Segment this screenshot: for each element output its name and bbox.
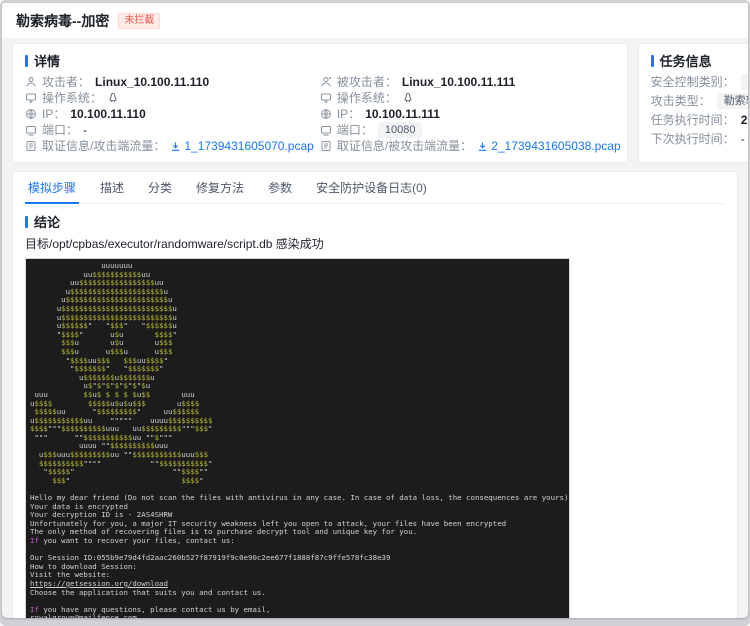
victim-os-row: 操作系统: [320, 90, 615, 106]
victim-ip: 10.100.11.111: [365, 107, 440, 121]
attacker-os-label: 操作系统: [42, 90, 102, 106]
victim-name: Linux_10.100.11.111: [401, 75, 516, 89]
port-monitor-icon: [25, 124, 37, 136]
page-content: 详情 攻击者 Linux_10.100.11.110: [2, 38, 748, 618]
window-frame: 勒索病毒--加密 未拦截 详情 攻击者 ： Linux_10.100.11.11…: [0, 0, 750, 626]
section-accent-bar: [25, 54, 28, 67]
os-monitor-icon: [320, 92, 332, 104]
section-accent-bar: [25, 215, 28, 228]
task-panel-header: 任务信息: [650, 51, 748, 70]
document-icon: [320, 140, 332, 152]
attacker-name: Linux_10.100.11.110: [95, 75, 210, 89]
linux-penguin-icon: [107, 92, 119, 104]
category-chip-endpoint: 端点安全: [740, 74, 748, 90]
result-panel: 模拟步骤 描述 分类 修复方法 参数 安全防护设备日志(0) 结论 目标/opt…: [12, 171, 738, 618]
next-exec-row: 下次执行时间 -: [651, 131, 748, 147]
detail-panel-header: 详情: [25, 51, 615, 70]
attacker-os-row: 操作系统: [25, 90, 320, 106]
victim-ip-label: IP: [337, 106, 360, 122]
port-monitor-icon: [320, 124, 332, 136]
victim-port-label: 端口: [337, 122, 373, 138]
attacker-pcap-label: 取证信息/攻击端流量: [42, 138, 165, 154]
victim-label: 被攻击者: [337, 74, 397, 90]
globe-icon: [25, 108, 37, 120]
security-category-row: 安全控制类别 端点安全 网络入侵检测: [651, 74, 748, 90]
detail-panel-title: 详情: [34, 54, 61, 69]
attacker-pcap-link[interactable]: 1_1739431605070.pcap: [170, 138, 314, 154]
attacker-port-row: 端口 -: [25, 122, 320, 138]
attack-type-chip: 勒索软件执行: [716, 93, 748, 109]
terminal-output: uuuuuuu uu$$$$$$$$$$$uu uu$$$$$$$$$$$$$$…: [25, 258, 570, 618]
os-monitor-icon: [25, 92, 37, 104]
attacker-port-label: 端口: [42, 122, 78, 138]
attacker-ip-label: IP: [42, 106, 65, 122]
detail-panel: 详情 攻击者 Linux_10.100.11.110: [12, 43, 628, 163]
app-window: 勒索病毒--加密 未拦截 详情 攻击者 ： Linux_10.100.11.11…: [2, 3, 748, 618]
tab-description[interactable]: 描述: [97, 172, 127, 204]
page-title: 勒索病毒--加密: [16, 13, 110, 29]
globe-icon: [320, 108, 332, 120]
linux-penguin-icon: [402, 92, 414, 104]
exec-time-row: 任务执行时间 2025-02-13 15:26 执行: [651, 112, 748, 128]
conclusion-title: 结论: [34, 215, 61, 230]
attacker-ip-row: IP 10.100.11.110: [25, 106, 320, 122]
victim-pcap-label: 取证信息/被攻击端流量: [337, 138, 472, 154]
tab-bar: 模拟步骤 描述 分类 修复方法 参数 安全防护设备日志(0): [25, 172, 725, 204]
next-exec-value: -: [740, 132, 745, 146]
victim-os-label: 操作系统: [337, 90, 397, 106]
victim-name-row: 被攻击者 Linux_10.100.11.111: [320, 74, 615, 90]
victim-ip-row: IP 10.100.11.111: [320, 106, 615, 122]
victim-pcap-link[interactable]: 2_1739431605038.pcap: [477, 138, 621, 154]
task-panel-title: 任务信息: [659, 54, 712, 69]
section-accent-bar: [650, 54, 654, 67]
attacker-pcap-row: 取证信息/攻击端流量 1_1739431605070.pcap: [25, 138, 320, 154]
tab-simulation-steps[interactable]: 模拟步骤: [25, 172, 80, 204]
attacker-ip: 10.100.11.110: [70, 107, 146, 121]
attacker-person-icon: [25, 76, 37, 88]
conclusion-text: 目标/opt/cpbas/executor/randomware/script.…: [25, 237, 324, 251]
status-badge-not-blocked: 未拦截: [118, 13, 161, 29]
download-icon: [170, 141, 181, 152]
victim-person-icon: [320, 76, 332, 88]
attacker-column: 攻击者 Linux_10.100.11.110 操作系统: [25, 74, 320, 154]
tab-parameters[interactable]: 参数: [265, 172, 295, 204]
attacker-label: 攻击者: [42, 74, 90, 90]
conclusion-header: 结论: [25, 212, 725, 231]
tab-security-device-logs[interactable]: 安全防护设备日志(0): [313, 172, 430, 204]
page-header: 勒索病毒--加密 未拦截: [2, 3, 748, 38]
victim-pcap-row: 取证信息/被攻击端流量 2_1739431605038.pcap: [320, 138, 621, 154]
victim-port-row: 端口 10080: [320, 122, 615, 138]
attacker-name-row: 攻击者 Linux_10.100.11.110: [25, 74, 320, 90]
document-icon: [25, 140, 37, 152]
victim-column: 被攻击者 Linux_10.100.11.111 操作系统: [320, 74, 621, 154]
task-info-panel: 任务信息 安全控制类别 端点安全 网络入侵检测 攻击类型 勒索软件执行 任务执行…: [637, 43, 748, 163]
attacker-port: -: [83, 123, 88, 137]
tab-category[interactable]: 分类: [145, 172, 175, 204]
attack-type-row: 攻击类型 勒索软件执行: [651, 93, 748, 109]
terminal-skull: uuuuuuu uu$$$$$$$$$$$uu uu$$$$$$$$$$$$$$…: [30, 261, 213, 485]
exec-time-value: 2025-02-13 15:26 执行: [740, 113, 748, 127]
download-icon: [477, 141, 488, 152]
victim-port-chip: 10080: [377, 122, 423, 138]
terminal-note: Hello my dear friend (Do not scan the fi…: [30, 493, 569, 618]
tab-fix-method[interactable]: 修复方法: [193, 172, 247, 204]
